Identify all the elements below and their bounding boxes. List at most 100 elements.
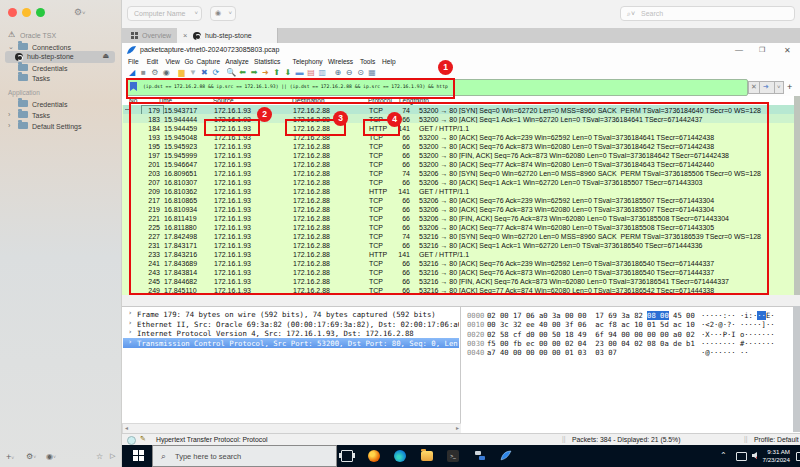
- expand-arrow-icon[interactable]: ›: [128, 309, 132, 317]
- tree-chevron-icon[interactable]: ⌄: [8, 43, 14, 51]
- search-placeholder: Search: [641, 10, 663, 17]
- expert-info-icon[interactable]: [127, 436, 136, 445]
- zoom-in-icon[interactable]: ⊕: [333, 68, 343, 78]
- expand-arrow-icon[interactable]: ›: [128, 338, 132, 346]
- sidebar-play-button[interactable]: ▷: [110, 452, 115, 460]
- menu-statistics[interactable]: Statistics: [254, 58, 280, 65]
- taskbar-search-box[interactable]: ⌕ Type here to search: [152, 445, 337, 467]
- back-icon[interactable]: ⬅: [238, 68, 248, 78]
- close-traffic-light[interactable]: [8, 8, 17, 17]
- restart-icon[interactable]: ◉: [161, 68, 171, 78]
- minimize-window-icon[interactable]: —: [735, 45, 743, 54]
- hex-row[interactable]: 002002 58 cf d0 00 50 18 49 6f 94 00 00 …: [461, 330, 791, 339]
- menu-tools[interactable]: Tools: [360, 58, 375, 65]
- goto-icon[interactable]: ➜: [260, 68, 270, 78]
- pane-splitter[interactable]: [122, 295, 800, 306]
- scroll-left-arrow-icon[interactable]: ◂: [125, 424, 128, 431]
- minimize-traffic-light[interactable]: [22, 8, 31, 17]
- close-window-icon[interactable]: ✕: [784, 46, 791, 55]
- network-app-icon[interactable]: [474, 450, 486, 462]
- sidebar-item-label: Tasks: [32, 112, 50, 119]
- detail-row[interactable]: ›Ethernet II, Src: Oracle_69:3a:82 (00:0…: [123, 319, 459, 329]
- display-icon[interactable]: [736, 452, 747, 461]
- menu-help[interactable]: Help: [382, 58, 396, 65]
- shark-fin-icon[interactable]: ◢: [127, 68, 137, 78]
- taskbar-clock[interactable]: 9:31 AM 7/23/2024: [758, 448, 790, 464]
- computer-name-dropdown[interactable]: Computer Name ˅: [127, 6, 202, 21]
- tray-chevron-icon[interactable]: ⌃: [720, 451, 727, 460]
- menu-wireless[interactable]: Wireless: [328, 58, 353, 65]
- reload-icon[interactable]: ⟳: [211, 68, 221, 78]
- resize-columns-icon[interactable]: ▦: [367, 68, 377, 78]
- hex-row[interactable]: 0030f5 00 fb ec 00 00 02 04 23 00 04 02 …: [461, 339, 791, 348]
- bytes-scrollbar[interactable]: [793, 306, 800, 432]
- sidebar-gear-icon[interactable]: ⚙˅: [74, 7, 86, 17]
- hex-bytes: 02 58 cf d0 00 50 18 49 6f 94 00 00 00 0…: [487, 330, 695, 339]
- annotation-badge-1: 1: [438, 60, 453, 75]
- sidebar-settings-button[interactable]: ⚙˅: [26, 452, 36, 461]
- top-icon[interactable]: ⬆: [272, 68, 282, 78]
- zoom-traffic-light[interactable]: [36, 8, 45, 17]
- capture-comment-icon[interactable]: ✎: [140, 435, 146, 443]
- menu-capture[interactable]: Capture: [197, 58, 220, 65]
- hex-row[interactable]: 001000 3c 32 ee 40 00 3f 06 ac f8 ac 10 …: [461, 320, 791, 329]
- record-dropdown[interactable]: ◉ ˅: [210, 6, 236, 21]
- sidebar-star-button[interactable]: ☆: [96, 452, 103, 461]
- hex-row[interactable]: 0040a7 40 00 00 00 00 01 03 03 07·@·····…: [461, 348, 791, 357]
- task-view-icon[interactable]: [341, 450, 353, 462]
- edge-icon[interactable]: [394, 450, 406, 462]
- detail-row[interactable]: ›Internet Protocol Version 4, Src: 172.1…: [123, 328, 459, 338]
- menu-analyze[interactable]: Analyze: [225, 58, 248, 65]
- stop-icon[interactable]: ■: [138, 68, 148, 78]
- firefox-icon[interactable]: [368, 450, 380, 462]
- volume-muted-icon[interactable]: [752, 452, 757, 459]
- menu-telephony[interactable]: Telephony: [293, 58, 323, 65]
- colorize-icon[interactable]: ▤: [306, 68, 316, 78]
- options-icon[interactable]: ⚙: [150, 68, 160, 78]
- menu-view[interactable]: View: [166, 58, 180, 65]
- forward-icon[interactable]: ➡: [249, 68, 259, 78]
- close-tab-icon[interactable]: ×: [183, 31, 187, 40]
- maximize-window-icon[interactable]: ❐: [759, 46, 765, 54]
- tab-overview[interactable]: Overview: [125, 28, 178, 43]
- zoom-reset-icon[interactable]: ⊙: [356, 68, 366, 78]
- eject-icon[interactable]: ⏏: [102, 52, 109, 60]
- tab-hub-step-stone[interactable]: × hub-step-stone: [177, 28, 278, 43]
- tree-chevron-icon[interactable]: ›: [8, 122, 10, 129]
- expand-arrow-icon[interactable]: ›: [128, 319, 132, 327]
- menu-file[interactable]: File: [128, 58, 139, 65]
- autoscroll-icon[interactable]: ▥: [317, 68, 327, 78]
- bottom-icon[interactable]: ⬇: [283, 68, 293, 78]
- filter-add-button[interactable]: +: [787, 82, 792, 92]
- tree-chevron-icon[interactable]: ›: [8, 111, 10, 118]
- sidebar-item-tasks[interactable]: Tasks: [0, 73, 121, 85]
- menu-edit[interactable]: Edit: [147, 58, 158, 65]
- sidebar-item-default-settings[interactable]: ›Default Settings: [0, 121, 121, 133]
- file-explorer-icon[interactable]: [421, 451, 433, 461]
- hex-row[interactable]: 000002 00 17 06 a0 3a 00 00 17 69 3a 82 …: [461, 311, 791, 320]
- detail-row[interactable]: ›Transmission Control Protocol, Src Port…: [123, 338, 459, 348]
- save-icon[interactable]: ▼: [188, 68, 198, 78]
- annotation-badge-3: 3: [333, 111, 348, 126]
- menu-go[interactable]: Go: [184, 58, 193, 65]
- marker-icon[interactable]: ▬: [295, 68, 305, 78]
- expand-arrow-icon[interactable]: ›: [128, 328, 132, 336]
- terminal-icon[interactable]: >_: [447, 450, 459, 462]
- filter-apply-button[interactable]: ➜: [759, 81, 775, 94]
- record-icon: ◉: [215, 9, 221, 17]
- sidebar-globe-button[interactable]: ◉˅: [46, 452, 56, 461]
- zoom-out-icon[interactable]: ⊖: [344, 68, 354, 78]
- close-file-icon[interactable]: ✖: [199, 68, 209, 78]
- start-button[interactable]: [133, 450, 144, 461]
- find-icon[interactable]: 🔍: [226, 68, 236, 78]
- notifications-icon[interactable]: [796, 452, 800, 461]
- sidebar-add-button[interactable]: +˅: [6, 452, 14, 462]
- detail-row[interactable]: ›Frame 179: 74 bytes on wire (592 bits),…: [123, 309, 459, 319]
- packet-list-scrollbar[interactable]: [794, 96, 800, 295]
- wireshark-icon[interactable]: [500, 450, 512, 462]
- scroll-right-arrow-icon[interactable]: ▸: [456, 424, 459, 431]
- hex-offset: 0020: [467, 330, 484, 339]
- open-icon[interactable]: ▆: [177, 68, 187, 78]
- search-field[interactable]: ⌕˅ Search: [620, 6, 795, 21]
- filter-expression-dropdown[interactable]: ˅: [774, 81, 784, 94]
